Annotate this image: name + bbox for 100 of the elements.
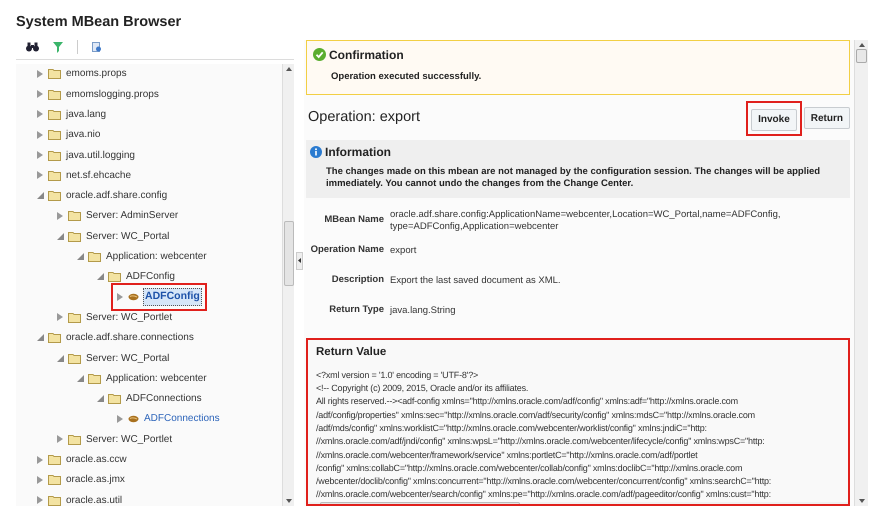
folder-icon (48, 88, 61, 100)
expanded-arrow-icon[interactable] (36, 192, 44, 200)
bean-icon (128, 293, 139, 302)
tree-item[interactable]: Server: AdminServer (85, 208, 180, 224)
collapsed-arrow-icon[interactable] (57, 435, 63, 444)
collapsed-arrow-icon[interactable] (37, 130, 43, 139)
tree-item[interactable]: oracle.as.jmx (65, 472, 126, 488)
confirmation-title: Confirmation (329, 46, 404, 64)
scroll-down-arrow-icon[interactable] (286, 499, 292, 503)
info-icon (310, 146, 322, 158)
collapsed-arrow-icon[interactable] (37, 110, 43, 118)
field-value: oracle.adf.share.config:ApplicationName=webcenter,Location=WC_Portal,name=ADFConfig, type=ADFConfig,Application=webcenter (390, 208, 782, 232)
binoculars-icon[interactable] (26, 42, 39, 52)
expanded-arrow-icon[interactable] (76, 253, 84, 260)
tree-item[interactable]: java.lang (65, 106, 108, 122)
scroll-up-arrow-icon[interactable] (858, 42, 864, 47)
tree-item[interactable]: java.util.logging (65, 148, 136, 163)
collapsed-arrow-icon[interactable] (37, 476, 43, 484)
field-label: MBean Name (323, 213, 385, 228)
operation-title: Operation: export (307, 108, 420, 128)
folder-icon (48, 170, 61, 181)
left-arrow-icon (298, 258, 300, 264)
collapsed-arrow-icon[interactable] (117, 293, 123, 302)
tree-item[interactable]: oracle.adf.share.config (65, 188, 168, 204)
action-button[interactable]: Return (804, 107, 850, 130)
tree-item[interactable]: ADFConfig (143, 288, 202, 306)
tree-item[interactable]: Server: WC_Portlet (85, 432, 174, 447)
tree-item[interactable]: emomslogging.props (65, 86, 160, 102)
field-value: Export the last saved document as XML. (390, 274, 561, 286)
folder-icon (48, 332, 61, 344)
bean-icon (128, 414, 139, 423)
expanded-arrow-icon[interactable] (56, 354, 64, 362)
tree-item[interactable]: net.sf.ehcache (65, 168, 132, 183)
tree-item[interactable]: oracle.as.ccw (65, 452, 128, 468)
tree-item[interactable]: Application: webcenter (105, 249, 208, 264)
code-line: /adf/config/properties" xmlns:sec="http://xmlns.oracle.com/adf/security/config" xmlns:mdsC="http://xmlns.oracle.com (316, 408, 756, 422)
checkmark-icon (313, 48, 326, 62)
tree-item[interactable]: oracle.as.util (65, 492, 124, 508)
folder-icon (108, 271, 121, 282)
folder-icon (68, 352, 81, 364)
folder-icon (48, 474, 61, 486)
tree-item[interactable]: Application: webcenter (105, 370, 208, 386)
field-label: Description (330, 273, 385, 288)
tree-scrollbar[interactable] (282, 64, 294, 506)
tree-item[interactable]: emoms.props (65, 66, 128, 82)
folder-icon (68, 434, 81, 445)
folder-icon (68, 312, 81, 323)
scrollbar-thumb[interactable] (856, 48, 867, 63)
scroll-down-arrow-icon[interactable] (858, 499, 864, 503)
tree-item[interactable]: java.nio (65, 127, 102, 142)
field-value: java.lang.String (390, 304, 456, 316)
code-line: //xmlns.oracle.com/adf/jndi/config" xmlns:wpsL="http://xmlns.oracle.com/webcenter/lifecycle/config" xmlns:wpsC="http: (316, 435, 766, 448)
collapsed-arrow-icon[interactable] (57, 212, 63, 220)
folder-icon (68, 210, 81, 222)
folder-icon (48, 150, 61, 161)
folder-icon (88, 251, 101, 262)
collapsed-arrow-icon[interactable] (117, 414, 123, 423)
collapsed-arrow-icon[interactable] (37, 151, 43, 160)
collapsed-arrow-icon[interactable] (37, 90, 43, 98)
tree-item[interactable]: oracle.adf.share.connections (65, 330, 195, 346)
refresh-icon[interactable] (92, 42, 102, 53)
collapsed-arrow-icon[interactable] (37, 171, 43, 180)
expanded-arrow-icon[interactable] (36, 334, 44, 342)
code-line: //xmlns.oracle.com/webcenter/framework/service" xmlns:portletC="http://xmlns.oracle.com/adf/portlet (316, 448, 698, 462)
expanded-arrow-icon[interactable] (56, 232, 64, 240)
collapsed-arrow-icon[interactable] (37, 496, 43, 504)
tree-item[interactable]: Server: WC_Portal (85, 228, 170, 244)
collapsed-arrow-icon[interactable] (37, 456, 43, 464)
tree-item[interactable]: Server: WC_Portlet (85, 310, 174, 325)
code-line: /webcenter/doclib/config" xmlns:concurrent="http://xmlns.oracle.com/webcenter/concurrent/config" xmlns:searchC="http: (316, 475, 772, 488)
expanded-arrow-icon[interactable] (96, 395, 104, 402)
expanded-arrow-icon[interactable] (96, 273, 104, 280)
folder-icon (68, 230, 81, 242)
code-line: /adf/mds/config" xmlns:worklistC="http://xmlns.oracle.com/webcenter/worklist/config" xmlns:jndiC="http: (316, 422, 708, 435)
scrollbar-thumb[interactable] (284, 220, 294, 286)
scroll-up-arrow-icon[interactable] (286, 66, 292, 71)
tree-item[interactable]: Server: WC_Portal (85, 350, 170, 366)
collapse-panel-button[interactable] (296, 252, 302, 270)
filter-icon[interactable] (53, 42, 63, 53)
collapsed-arrow-icon[interactable] (37, 70, 43, 78)
code-line: //xmlns.oracle.com/webcenter/search/config" xmlns:pe="http://xmlns.oracle.com/adf/pageeditor/config" xmlns:cust="http: (316, 488, 772, 502)
folder-icon (48, 190, 61, 202)
content-scrollbar[interactable] (854, 40, 868, 506)
expanded-arrow-icon[interactable] (76, 374, 84, 382)
folder-icon (88, 372, 101, 384)
folder-icon (48, 454, 61, 466)
code-line: <!-- Copyright (c) 2009, 2015, Oracle and/or its affiliates. (316, 382, 530, 396)
field-label: Return Type (328, 303, 385, 318)
tree-item[interactable]: ADFConnections (125, 391, 203, 406)
action-button[interactable]: Invoke (751, 108, 797, 130)
tree-item[interactable]: ADFConnections (143, 411, 221, 426)
collapsed-arrow-icon[interactable] (57, 313, 63, 322)
code-line: <?xml version = '1.0' encoding = 'UTF-8'?> (316, 368, 480, 382)
folder-icon (108, 393, 121, 404)
information-message: The changes made on this mbean are not managed by the configuration session. The changes will be applied immediately. You cannot undo the changes from the Change Center. (326, 166, 822, 190)
folder-icon (48, 68, 61, 80)
tree-item[interactable]: ADFConfig (125, 269, 176, 284)
return-value-title: Return Value (315, 344, 388, 360)
folder-icon (48, 108, 61, 120)
code-line: All rights reserved.--><adf-config xmlns="http://xmlns.oracle.com/adf/config" xmlns:adf="http://xmlns.oracle.com (316, 395, 739, 408)
